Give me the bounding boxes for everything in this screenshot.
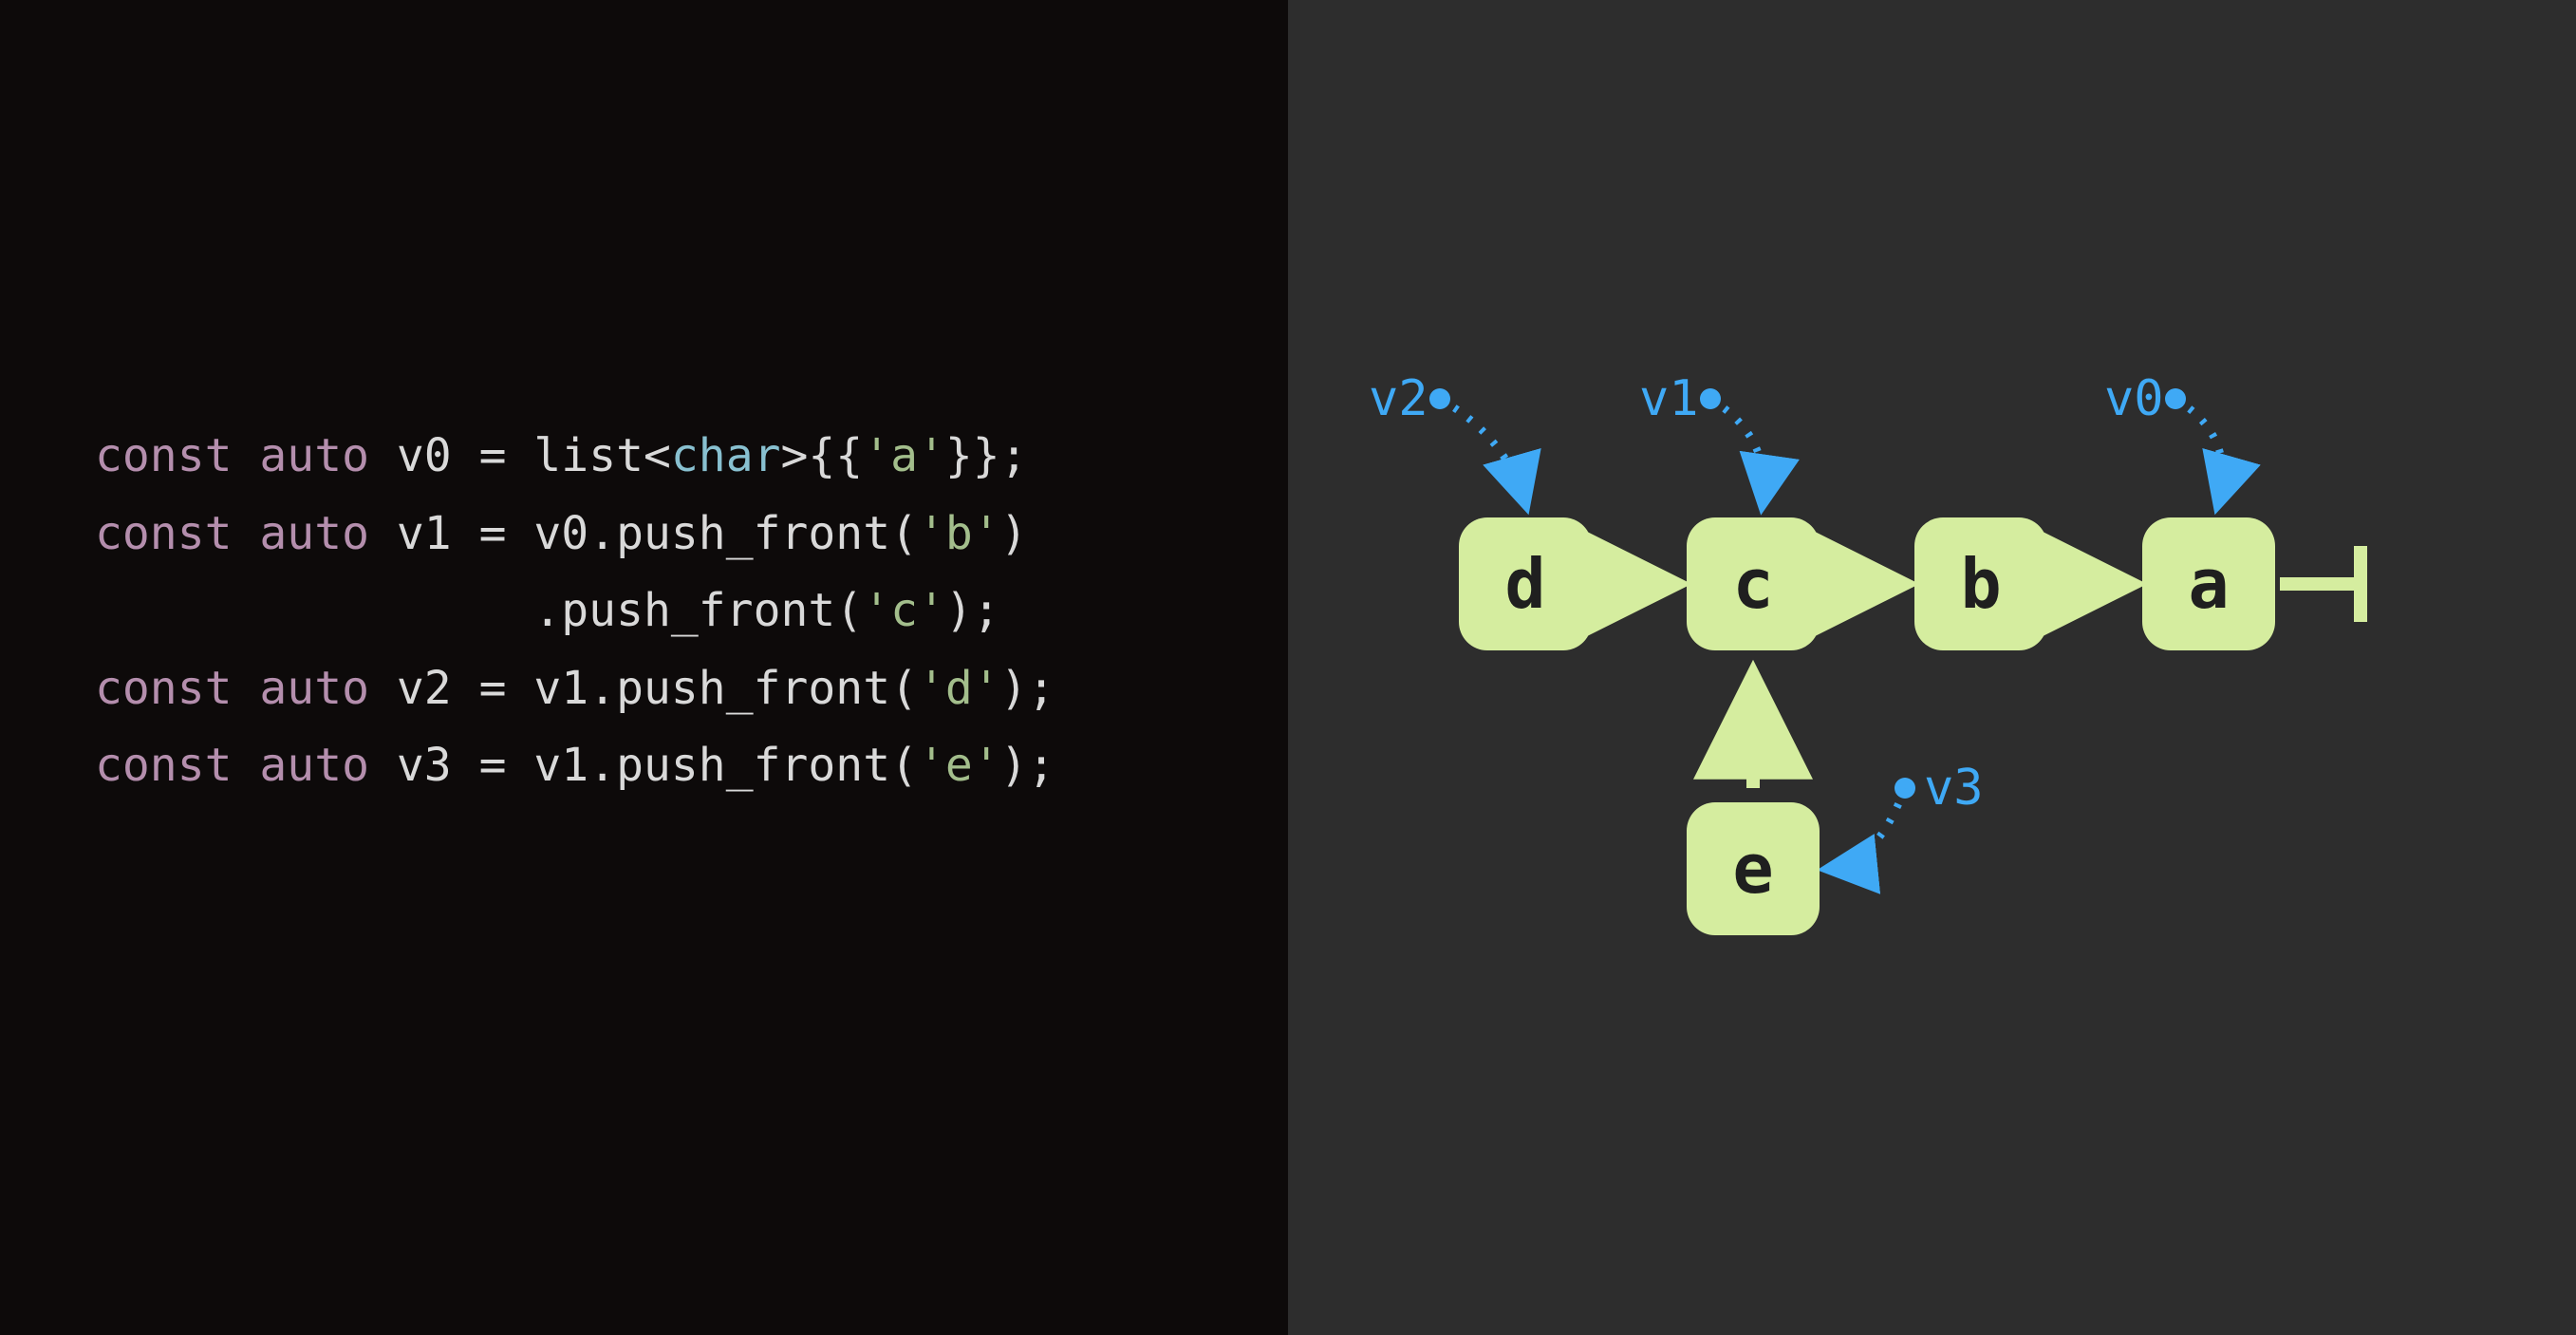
var-v0: v0 [397,429,452,482]
label-v0: v0 [2104,370,2164,427]
var-v1: v1 [397,507,452,560]
type-char: char [671,429,781,482]
node-a: a [2142,517,2275,650]
node-c: c [1687,517,1820,650]
node-d: d [1459,517,1592,650]
node-b: b [1914,517,2047,650]
node-e: e [1687,802,1820,935]
var-v2: v2 [397,662,452,715]
keyword-auto: auto [259,429,369,482]
label-v2: v2 [1369,370,1428,427]
pointer-v3 [1829,788,1905,869]
char-literal: 'a' [863,429,945,482]
fn-push_front: push_front [616,507,890,560]
pointer-v0 [2175,399,2223,503]
var-v3: v3 [397,739,452,792]
code-panel: const auto v0 = list<char>{{'a'}}; const… [0,0,1288,1335]
pointer-v1 [1710,399,1764,503]
label-v1: v1 [1639,370,1699,427]
pointer-v2 [1440,399,1525,503]
diagram-panel: d c b a e v2 v1 v0 v3 [1288,0,2576,1335]
code-block: const auto v0 = list<char>{{'a'}}; const… [95,418,1288,805]
keyword-const: const [95,429,233,482]
diagram-svg [1288,0,2576,1335]
label-v3: v3 [1924,760,1984,817]
